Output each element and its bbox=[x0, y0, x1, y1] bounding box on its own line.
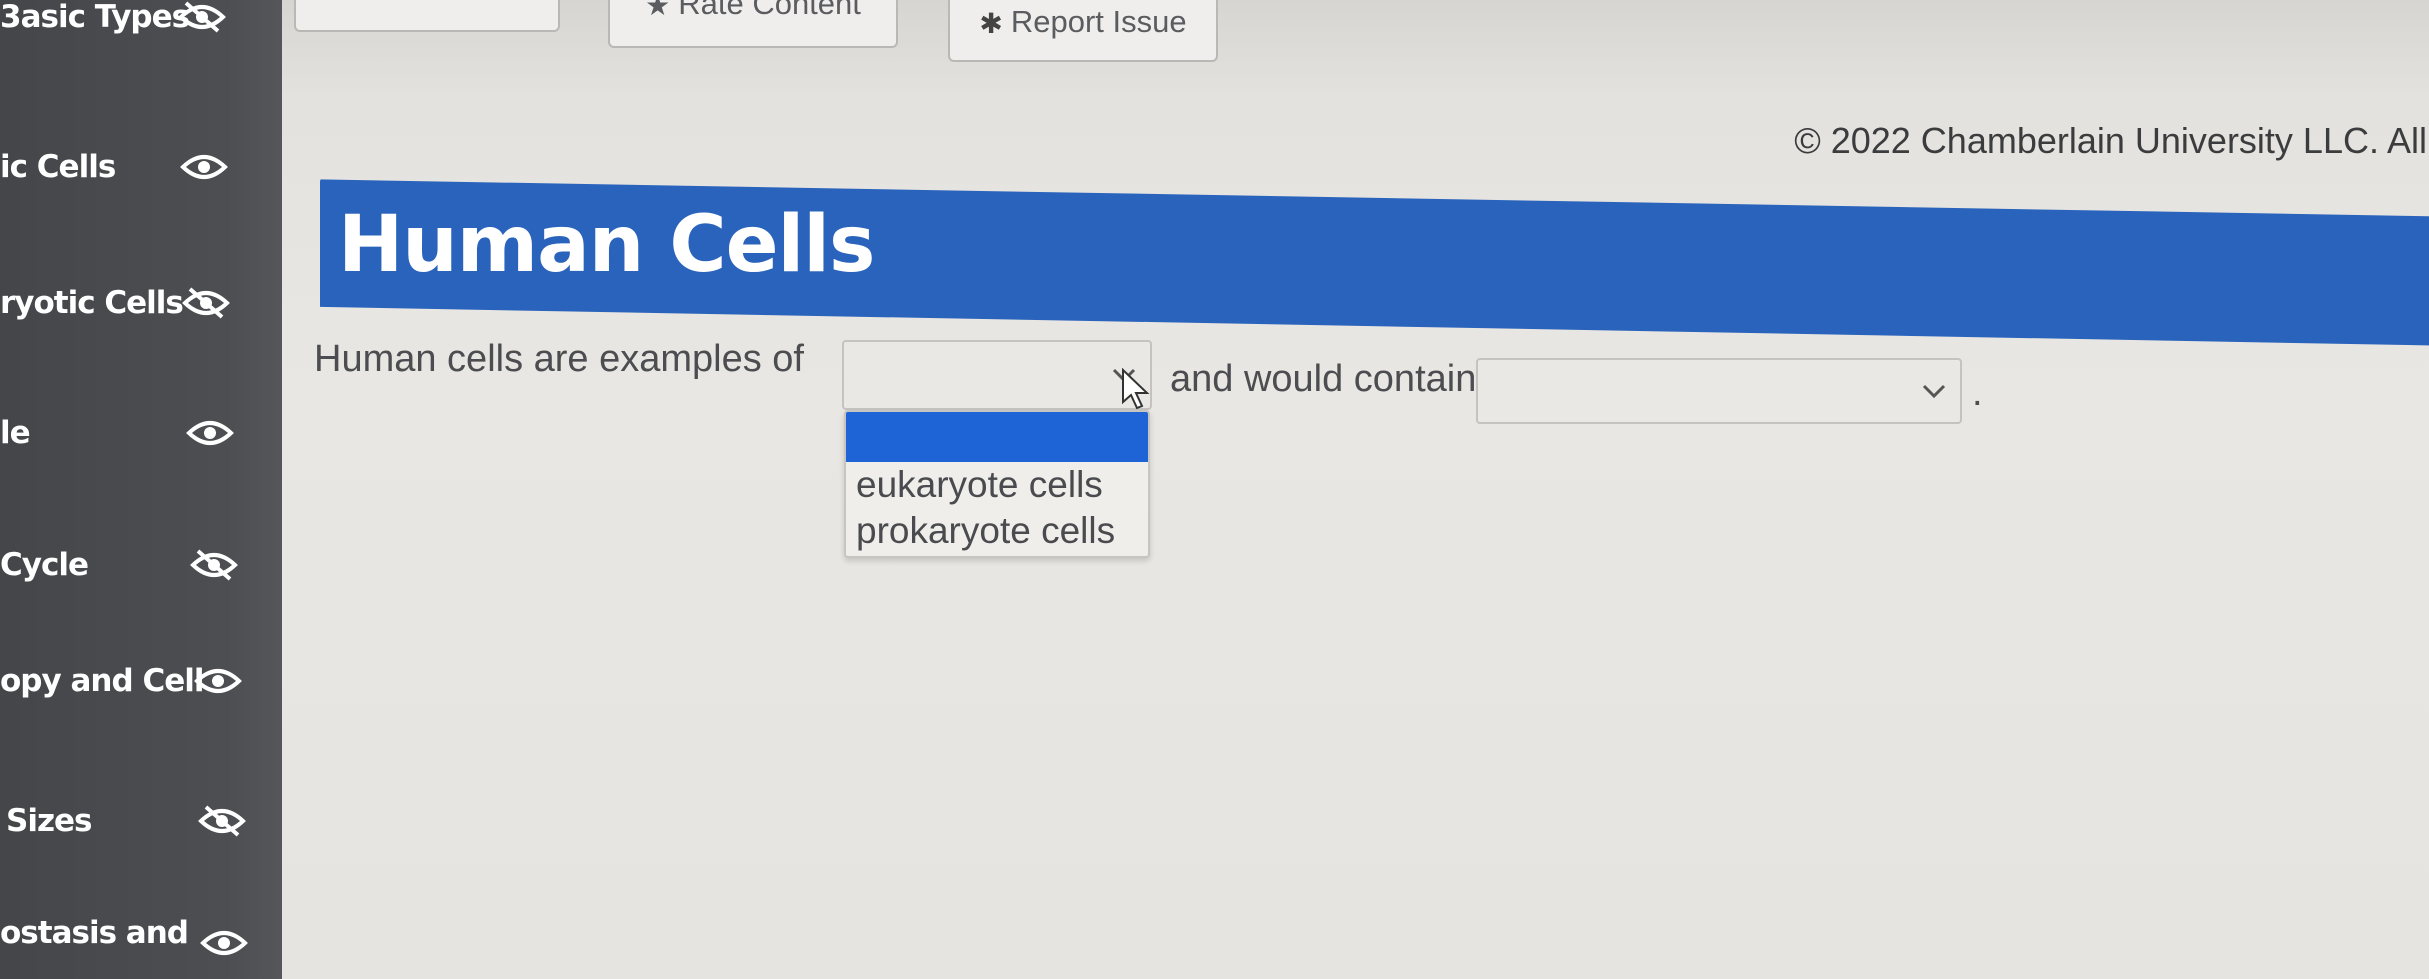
question-text-part2: and would contain bbox=[1170, 358, 1477, 400]
cell-type-select[interactable] bbox=[842, 340, 1152, 410]
sidebar: 3asic Types ic Cells ryotic Cells le Cyc… bbox=[0, 0, 282, 979]
sidebar-item-label: ostasis and bbox=[0, 915, 189, 951]
sidebar-item-microscopy-and-cell[interactable]: opy and Cell bbox=[0, 646, 282, 716]
eye-icon[interactable] bbox=[180, 150, 228, 184]
bug-icon: ✱ bbox=[979, 8, 1003, 39]
eye-slash-icon[interactable] bbox=[178, 0, 226, 34]
eye-icon[interactable] bbox=[194, 664, 242, 698]
report-issue-button[interactable]: ✱ Report Issue bbox=[948, 0, 1218, 62]
sidebar-item-basic-types[interactable]: 3asic Types bbox=[0, 0, 282, 52]
sidebar-item-label: Cycle bbox=[0, 547, 89, 583]
sidebar-item-label: le bbox=[0, 415, 31, 451]
star-icon: ★ bbox=[645, 0, 671, 21]
eye-icon[interactable] bbox=[200, 926, 248, 960]
sidebar-item-sizes[interactable]: Sizes bbox=[0, 786, 282, 856]
eye-slash-icon[interactable] bbox=[198, 804, 246, 838]
sidebar-item-label: ic Cells bbox=[0, 149, 116, 185]
sidebar-item-eukaryotic-cells[interactable]: ryotic Cells bbox=[0, 268, 282, 338]
page-title: Human Cells bbox=[338, 200, 875, 290]
sidebar-item-cells[interactable]: ic Cells bbox=[0, 132, 282, 202]
rate-content-label: Rate Content bbox=[678, 0, 861, 21]
sidebar-item-label: Sizes bbox=[6, 803, 92, 839]
dropdown-option-eukaryote[interactable]: eukaryote cells bbox=[846, 462, 1148, 508]
mouse-cursor-icon bbox=[1122, 368, 1150, 410]
chevron-down-icon bbox=[1920, 381, 1948, 401]
sidebar-item-label: opy and Cell bbox=[0, 663, 204, 699]
eye-slash-icon[interactable] bbox=[190, 548, 238, 582]
organelle-select[interactable] bbox=[1476, 358, 1962, 424]
sentence-period: . bbox=[1972, 372, 1983, 414]
sidebar-item-homeostasis-and[interactable]: ostasis and bbox=[0, 898, 282, 968]
sidebar-item-le[interactable]: le bbox=[0, 398, 282, 468]
sidebar-item-cell-cycle[interactable]: Cycle bbox=[0, 530, 282, 600]
cell-type-dropdown-list: eukaryote cells prokaryote cells bbox=[844, 410, 1150, 558]
dropdown-option-blank[interactable] bbox=[846, 412, 1148, 462]
eye-slash-icon[interactable] bbox=[182, 286, 230, 320]
eye-icon[interactable] bbox=[186, 416, 234, 450]
report-issue-label: Report Issue bbox=[1010, 4, 1187, 39]
toolbar-button[interactable] bbox=[294, 0, 560, 32]
question-text-part1: Human cells are examples of bbox=[314, 338, 804, 380]
copyright-text: © 2022 Chamberlain University LLC. All bbox=[1794, 120, 2427, 161]
dropdown-option-prokaryote[interactable]: prokaryote cells bbox=[846, 508, 1148, 554]
rate-content-button[interactable]: ★ Rate Content bbox=[608, 0, 898, 48]
sidebar-item-label: 3asic Types bbox=[0, 0, 190, 35]
main-content: ★ Rate Content ✱ Report Issue © 2022 Cha… bbox=[282, 0, 2429, 979]
sidebar-item-label: ryotic Cells bbox=[0, 285, 184, 321]
